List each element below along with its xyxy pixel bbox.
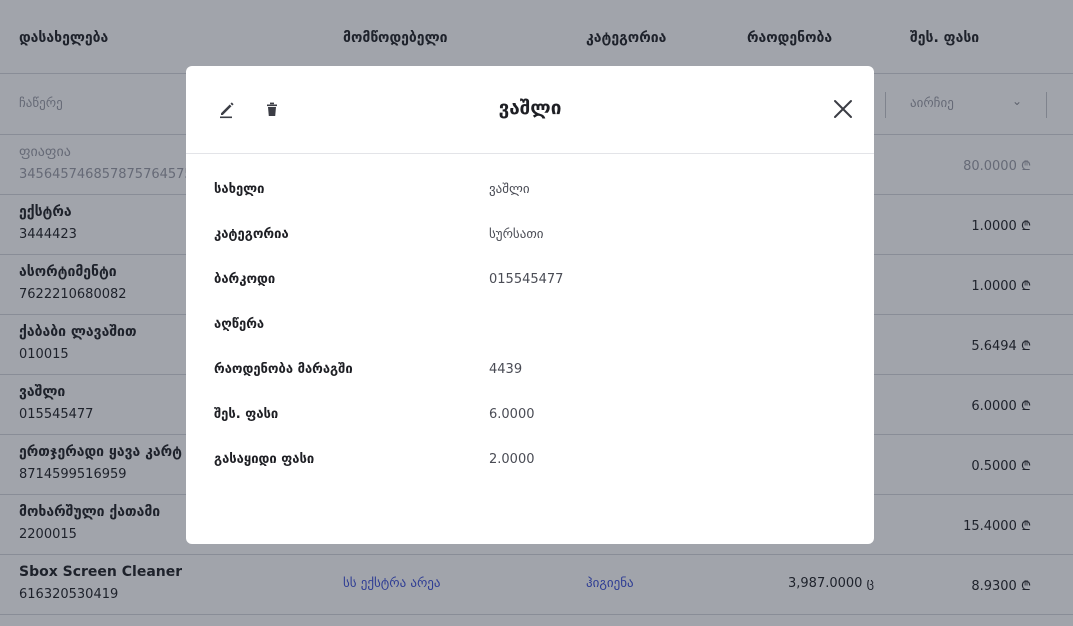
product-details-modal: ვაშლი სახელი ვაშლი კატეგორია სურსათი ბარ… <box>186 66 874 544</box>
field-label-sale-price: გასაყიდი ფასი <box>214 452 315 467</box>
field-label-category: კატეგორია <box>214 227 289 242</box>
field-value-category: სურსათი <box>489 227 544 242</box>
field-label-stock-quantity: რაოდენობა მარაგში <box>214 362 353 377</box>
modal-title: ვაშლი <box>498 97 562 119</box>
field-value-name: ვაშლი <box>489 182 530 197</box>
field-label-barcode: ბარკოდი <box>214 272 276 287</box>
field-label-purchase-price: შეს. ფასი <box>214 407 279 422</box>
close-icon[interactable] <box>832 98 854 120</box>
field-value-barcode: 015545477 <box>489 272 564 287</box>
field-value-purchase-price: 6.0000 <box>489 407 535 422</box>
field-label-description: აღწერა <box>214 317 265 332</box>
field-value-stock-quantity: 4439 <box>489 362 523 377</box>
field-label-name: სახელი <box>214 182 265 197</box>
field-value-sale-price: 2.0000 <box>489 452 535 467</box>
modal-header: ვაშლი <box>186 66 874 154</box>
